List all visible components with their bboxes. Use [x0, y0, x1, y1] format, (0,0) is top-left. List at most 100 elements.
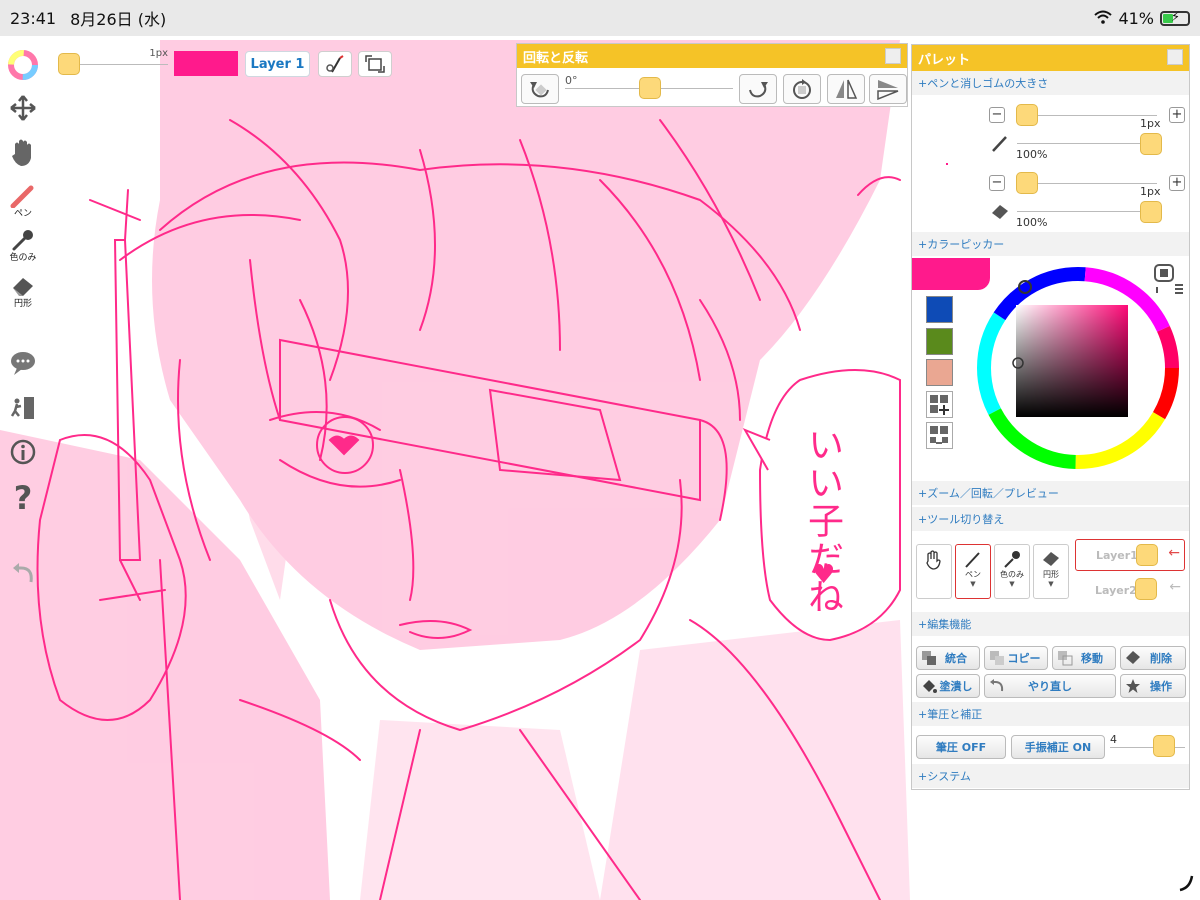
flip-vertical-icon	[877, 80, 899, 100]
info-icon	[10, 439, 36, 465]
flip-horizontal-button[interactable]	[827, 74, 865, 104]
pen-opacity-knob[interactable]	[1140, 133, 1162, 155]
help-button[interactable]: ?	[0, 482, 46, 514]
operations-button[interactable]: 操作	[1120, 674, 1186, 698]
tool-hand[interactable]	[916, 544, 952, 599]
section-edit[interactable]: +編集機能	[912, 612, 1189, 636]
pen-size-plus[interactable]: +	[1169, 107, 1185, 123]
eraser-size-minus[interactable]: −	[989, 175, 1005, 191]
section-zoom-rotate-preview[interactable]: +ズーム／回転／プレビュー	[912, 481, 1189, 505]
eraser-size-value: 1px	[1140, 185, 1161, 198]
eyedropper-tool-button[interactable]: 色のみ	[0, 228, 46, 263]
stabilizer-knob[interactable]	[1153, 735, 1175, 757]
layer-row-1[interactable]: Layer1 ←	[1075, 539, 1185, 571]
redo-button[interactable]: やり直し	[984, 674, 1116, 698]
pen-settings-button[interactable]	[318, 51, 352, 77]
tool-shape[interactable]: 円形 ▼	[1033, 544, 1069, 599]
rotate-reset-button[interactable]	[783, 74, 821, 104]
merge-button[interactable]: 統合	[916, 646, 980, 670]
eraser-opacity-knob[interactable]	[1140, 201, 1162, 223]
swap-grid-icon	[930, 426, 948, 444]
copy-label: コピー	[1007, 652, 1041, 665]
tool-pen[interactable]: ペン ▼	[955, 544, 991, 599]
transform-button[interactable]	[358, 51, 392, 77]
swap-swatch-button[interactable]	[926, 422, 953, 449]
copy-button[interactable]: コピー	[984, 646, 1048, 670]
add-swatch-button[interactable]	[926, 391, 953, 418]
tool-eyedropper-label: 色のみ	[1000, 570, 1024, 579]
brush-size-knob[interactable]	[58, 53, 80, 75]
eraser-icon	[1043, 552, 1059, 566]
section-color-picker[interactable]: +カラーピッカー	[912, 232, 1189, 256]
stabilizer-toggle[interactable]: 手振補正 ON	[1011, 735, 1105, 759]
eraser-size-plus[interactable]: +	[1169, 175, 1185, 191]
flip-vertical-button[interactable]	[869, 74, 907, 104]
fill-button[interactable]: 塗潰し	[916, 674, 980, 698]
palette-close[interactable]	[1167, 49, 1183, 65]
pen-size-knob[interactable]	[1016, 104, 1038, 126]
pen-size-minus[interactable]: −	[989, 107, 1005, 123]
hand-tool-button[interactable]	[0, 138, 46, 168]
color-swatch-peach[interactable]	[926, 359, 953, 386]
rotate-right-button[interactable]	[739, 74, 777, 104]
pressure-toggle[interactable]: 筆圧 OFF	[916, 735, 1006, 759]
pen-size-value: 1px	[1140, 117, 1161, 130]
move-button[interactable]: 移動	[1052, 646, 1116, 670]
rotation-angle: 0°	[565, 74, 578, 87]
section-tool-switch[interactable]: +ツール切り替え	[912, 507, 1189, 531]
eyedropper-icon	[12, 230, 33, 251]
brush-size-slider[interactable]: 1px	[56, 48, 168, 78]
pen-size-track	[1017, 115, 1157, 116]
rotate-right-icon	[749, 82, 768, 98]
current-color-swatch[interactable]	[174, 51, 238, 76]
color-swatch-blue[interactable]	[926, 296, 953, 323]
merge-label: 統合	[945, 652, 967, 665]
exit-button[interactable]	[0, 394, 46, 422]
section-pen-eraser-size[interactable]: +ペンと消しゴムの大きさ	[912, 71, 1189, 95]
layer-2-opacity-knob[interactable]	[1135, 578, 1157, 600]
brush-size-value: 1px	[149, 48, 168, 59]
shape-tool-button[interactable]: 円形	[0, 274, 46, 309]
layer-1-opacity-knob[interactable]	[1136, 544, 1158, 566]
layer-button[interactable]: Layer 1	[245, 51, 310, 77]
rotate-left-button[interactable]	[521, 74, 559, 104]
eraser-size-knob[interactable]	[1016, 172, 1038, 194]
pen-tool-button[interactable]: ペン	[0, 184, 46, 219]
merge-icon	[921, 650, 937, 666]
rotate-reset-icon	[793, 79, 811, 99]
color-wheel-button[interactable]	[0, 50, 46, 80]
shape-tool-label: 円形	[13, 299, 32, 309]
section-pressure[interactable]: +筆圧と補正	[912, 702, 1189, 726]
delete-button[interactable]: 削除	[1120, 646, 1186, 670]
palette-header[interactable]: パレット	[912, 45, 1189, 71]
battery-icon: ⚡	[1160, 10, 1190, 26]
color-swatch-green[interactable]	[926, 328, 953, 355]
corner-resize-icon[interactable]	[1176, 872, 1196, 892]
move-label: 移動	[1081, 652, 1103, 665]
status-time: 23:41	[10, 8, 57, 28]
color-wheel-icon	[8, 50, 38, 80]
eyedropper-icon	[1004, 551, 1020, 568]
hand-outline-icon	[926, 550, 941, 570]
comment-button[interactable]	[0, 350, 46, 376]
rotation-slider-knob[interactable]	[639, 77, 661, 99]
undo-icon	[13, 563, 33, 583]
palette-menu-icon[interactable]	[1153, 263, 1185, 295]
add-grid-icon	[930, 395, 949, 415]
move-tool-button[interactable]	[0, 94, 46, 122]
speech-bubble-icon	[11, 352, 35, 375]
delete-icon	[1125, 650, 1141, 666]
layer-1-name: Layer1	[1096, 548, 1138, 562]
hand-icon	[12, 139, 31, 166]
section-system[interactable]: +システム	[912, 764, 1189, 788]
undo-button[interactable]	[0, 560, 46, 588]
info-button[interactable]	[0, 438, 46, 466]
rotate-panel-header[interactable]: 回転と反転	[517, 44, 907, 68]
layer-2-name: Layer2	[1095, 583, 1137, 597]
layer-row-2[interactable]: Layer2 ←	[1075, 574, 1185, 606]
stabilizer-value: 4	[1110, 733, 1117, 746]
layer-2-arrow-icon: ←	[1169, 579, 1181, 595]
tool-eyedropper[interactable]: 色のみ ▼	[994, 544, 1030, 599]
move-icon	[1057, 650, 1073, 666]
rotate-panel-close[interactable]	[885, 48, 901, 64]
